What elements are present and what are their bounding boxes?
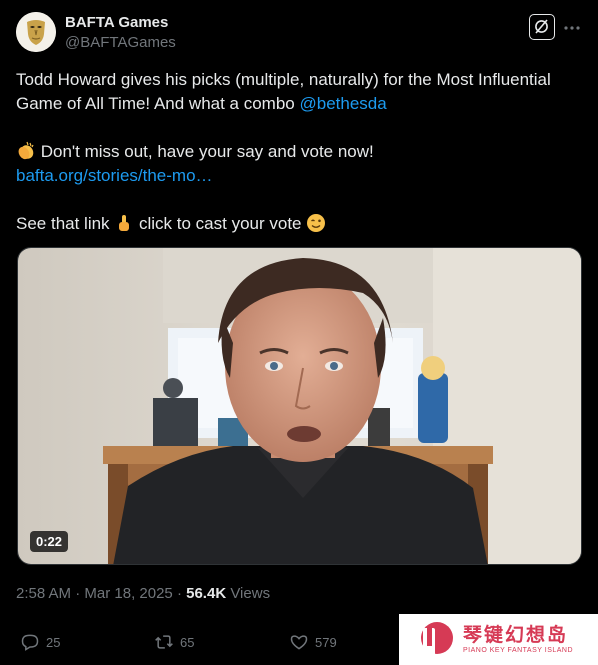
winking-face-icon xyxy=(307,214,326,232)
reply-count: 25 xyxy=(46,634,61,650)
watermark: 琴键幻想岛 PIANO KEY FANTASY ISLAND xyxy=(399,614,598,665)
grok-button[interactable] xyxy=(529,14,555,40)
watermark-text: 琴键幻想岛 PIANO KEY FANTASY ISLAND xyxy=(463,625,573,655)
article-link[interactable]: bafta.org/stories/the-mo… xyxy=(16,166,213,185)
watermark-title: 琴键幻想岛 xyxy=(463,624,569,646)
piano-key-logo-icon xyxy=(421,621,453,658)
tweet-text: Todd Howard gives his picks (multiple, n… xyxy=(16,68,582,236)
avatar[interactable] xyxy=(16,12,56,52)
repost-count: 65 xyxy=(180,634,195,650)
tweet-date[interactable]: Mar 18, 2025 xyxy=(84,585,172,602)
views-count: 56.4K xyxy=(186,585,227,602)
video-thumbnail xyxy=(18,248,581,564)
display-name[interactable]: BAFTA Games xyxy=(65,13,176,33)
tweet-paragraph-2: Don't miss out, have your say and vote n… xyxy=(16,140,582,164)
more-icon xyxy=(564,26,580,30)
grok-icon xyxy=(535,19,548,34)
tweet-paragraph-3: See that link click to cast your vote xyxy=(16,212,582,236)
more-button[interactable] xyxy=(562,18,582,38)
watermark-subtitle: PIANO KEY FANTASY ISLAND xyxy=(463,646,574,654)
repost-icon xyxy=(155,635,173,649)
tweet-header: BAFTA Games @BAFTAGames xyxy=(16,12,582,56)
reply-icon xyxy=(21,634,39,651)
tweet-line-3-end: click to cast your vote xyxy=(134,214,307,233)
bafta-mask-icon xyxy=(16,12,56,52)
handle[interactable]: @BAFTAGames xyxy=(65,33,176,53)
video-player[interactable]: 0:22 xyxy=(17,247,582,565)
meta-separator: · xyxy=(71,585,85,602)
repost-button[interactable]: 65 xyxy=(154,630,194,654)
like-count: 579 xyxy=(315,634,337,650)
tweet-paragraph-1: Todd Howard gives his picks (multiple, n… xyxy=(16,68,582,116)
tweet-line-1: Todd Howard gives his picks (multiple, n… xyxy=(16,70,551,113)
reply-button[interactable]: 25 xyxy=(20,630,60,654)
tweet-line-2: Don't miss out, have your say and vote n… xyxy=(40,142,374,161)
mention-link[interactable]: @bethesda xyxy=(299,94,386,113)
pointing-up-icon xyxy=(119,215,130,231)
video-duration: 0:22 xyxy=(30,531,69,552)
author-names: BAFTA Games @BAFTAGames xyxy=(65,13,176,53)
clapping-hands-icon xyxy=(18,141,34,160)
views-label: Views xyxy=(226,585,271,602)
like-icon xyxy=(290,635,308,650)
tweet-time[interactable]: 2:58 AM xyxy=(16,585,71,602)
tweet-meta: 2:58 AM · Mar 18, 2025 · 56.4K Views xyxy=(16,584,270,604)
like-button[interactable]: 579 xyxy=(289,630,337,654)
tweet-line-3-start: See that link xyxy=(16,214,115,233)
tweet-paragraph-link: bafta.org/stories/the-mo… xyxy=(16,164,582,188)
meta-separator-2: · xyxy=(172,585,187,602)
